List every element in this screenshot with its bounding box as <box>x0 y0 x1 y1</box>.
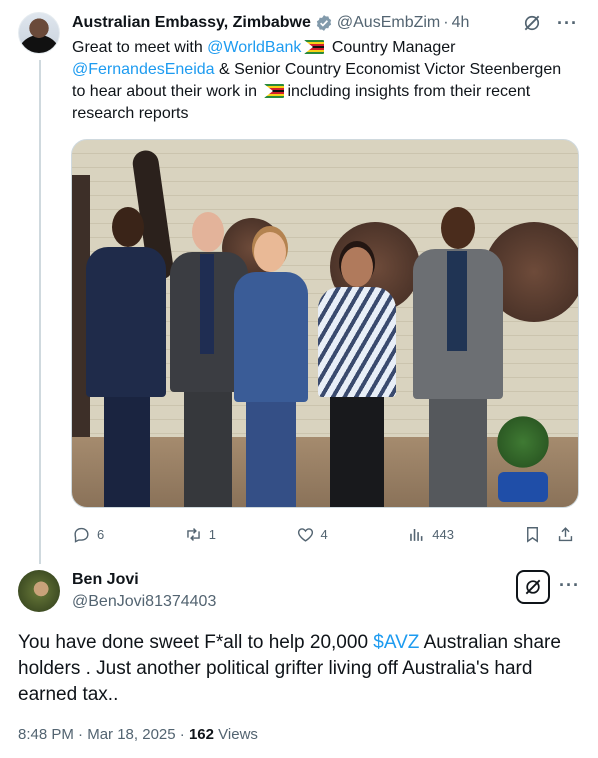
author-name[interactable]: Australian Embassy, Zimbabwe <box>72 14 311 32</box>
author-handle[interactable]: @AusEmbZim <box>337 14 440 32</box>
zimbabwe-flag-icon <box>304 40 325 54</box>
tweet-photo[interactable] <box>71 139 579 508</box>
reply-time[interactable]: 8:48 PM <box>18 726 74 743</box>
like-icon <box>297 527 313 542</box>
verified-badge-icon[interactable] <box>315 14 333 32</box>
repost-count: 1 <box>208 526 216 542</box>
reply-metadata: 8:48 PM · Mar 18, 2025 · 162 Views <box>18 726 258 743</box>
views-count: 443 <box>432 526 454 542</box>
reply-date[interactable]: Mar 18, 2025 <box>87 726 175 743</box>
reply-button[interactable]: 6 <box>72 525 184 544</box>
thread-connector-line <box>39 60 41 564</box>
reply-author-handle[interactable]: @BenJovi81374403 <box>72 593 216 611</box>
mention-fernandes-link[interactable]: @FernandesEneida <box>72 61 215 78</box>
photo-plant <box>488 412 558 502</box>
mention-worldbank-link[interactable]: @WorldBank <box>207 39 301 56</box>
author-avatar[interactable] <box>18 12 60 54</box>
tweet-header: Australian Embassy, Zimbabwe @AusEmbZim … <box>72 12 578 34</box>
reply-count: 6 <box>97 526 105 542</box>
bookmark-button[interactable] <box>523 525 548 544</box>
tweet-time[interactable]: 4h <box>452 14 470 32</box>
bookmark-icon <box>527 526 538 543</box>
separator-dot: · <box>78 726 84 743</box>
photo-person <box>314 247 400 507</box>
views-icon <box>410 528 423 541</box>
photo-person <box>230 232 312 507</box>
reply-author-avatar[interactable] <box>18 570 60 612</box>
views-button[interactable]: 443 <box>407 525 523 544</box>
reply-text-part: You have done sweet F*all to help 20,000 <box>18 632 374 653</box>
tweet-text-part: Great to meet with <box>72 39 208 56</box>
tweet-text: Great to meet with @WorldBank Country Ma… <box>72 37 572 125</box>
more-icon[interactable]: ··· <box>559 576 580 594</box>
tweet-text-part: Country Manager <box>327 39 456 56</box>
tweet-actions: 6 1 4 443 <box>72 522 580 546</box>
separator-dot: · <box>179 726 185 743</box>
repost-button[interactable]: 1 <box>184 525 296 544</box>
reply-icon <box>74 527 89 543</box>
grok-icon[interactable] <box>521 12 543 34</box>
cashtag-link[interactable]: $AVZ <box>373 632 419 653</box>
like-button[interactable]: 4 <box>296 525 408 544</box>
grok-icon <box>525 579 541 595</box>
share-button[interactable] <box>556 525 580 544</box>
like-count: 4 <box>320 526 328 542</box>
reply-views-count: 162 <box>188 726 214 743</box>
zimbabwe-flag-icon <box>264 84 285 98</box>
more-icon[interactable]: ··· <box>557 14 578 32</box>
repost-icon <box>187 527 200 541</box>
separator-dot: · <box>443 14 449 31</box>
reply-text: You have done sweet F*all to help 20,000… <box>18 630 588 708</box>
share-icon <box>559 526 573 541</box>
reply-views-label: Views <box>218 726 258 743</box>
grok-button[interactable] <box>516 570 550 604</box>
photo-person <box>80 207 170 507</box>
reply-author-name[interactable]: Ben Jovi <box>72 571 139 589</box>
